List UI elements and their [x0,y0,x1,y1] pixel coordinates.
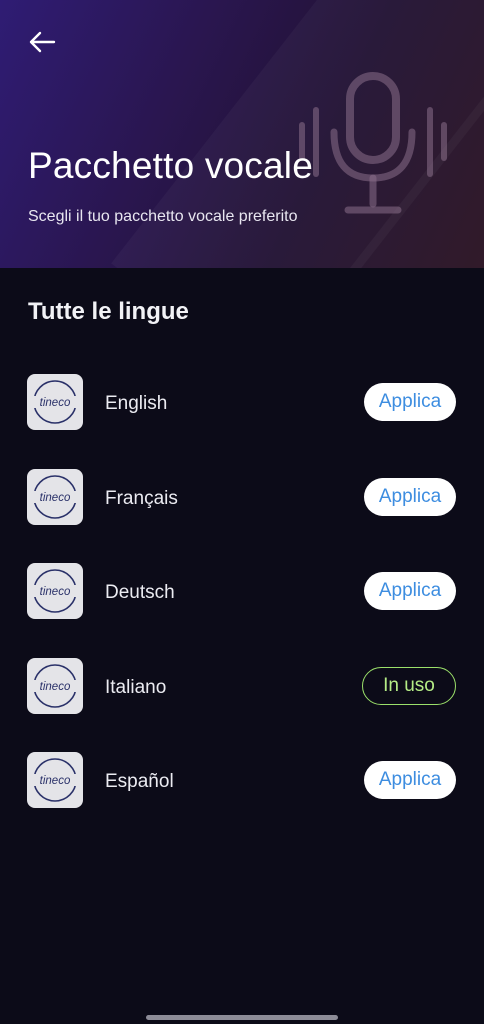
svg-text:tineco: tineco [40,775,71,787]
arrow-left-icon [29,31,56,53]
language-list: tineco English Applica tineco Français A… [0,365,484,838]
language-row-espanol: tineco Español Applica [0,743,484,838]
language-name: Français [105,487,178,509]
language-name: English [105,393,168,414]
svg-text:tineco: tineco [40,586,71,598]
tineco-logo-icon: tineco [27,374,83,430]
svg-text:tineco: tineco [40,681,71,693]
svg-text:tineco: tineco [40,397,71,409]
microphone-icon [299,72,447,214]
home-indicator[interactable] [146,1015,338,1020]
apply-button-english[interactable]: Applica [364,383,456,421]
tineco-logo-icon: tineco [27,563,83,619]
in-use-button-italiano[interactable]: In uso [362,666,456,705]
page-title: Pacchetto vocale [28,145,313,186]
apply-button-espanol[interactable]: Applica [364,761,456,799]
language-name: Italiano [105,676,167,698]
language-row-deutsch: tineco Deutsch Applica [0,554,484,649]
svg-text:tineco: tineco [40,492,71,504]
header-banner: Pacchetto vocale Scegli il tuo pacchetto… [0,0,484,268]
language-name: Español [105,771,174,792]
tineco-logo-icon: tineco [27,468,83,525]
page-subtitle: Scegli il tuo pacchetto vocale preferito [28,208,298,225]
back-button[interactable] [24,24,60,60]
language-name: Deutsch [105,582,175,603]
apply-button-francais[interactable]: Applica [364,477,456,516]
tineco-logo-icon: tineco [27,752,83,808]
language-row-francais: tineco Français Applica [0,460,484,555]
language-row-italiano: tineco Italiano In uso [0,649,484,744]
section-title: Tutte le lingue [28,298,189,325]
language-row-english: tineco English Applica [0,365,484,460]
apply-button-deutsch[interactable]: Applica [364,572,456,610]
tineco-logo-icon: tineco [27,657,83,714]
